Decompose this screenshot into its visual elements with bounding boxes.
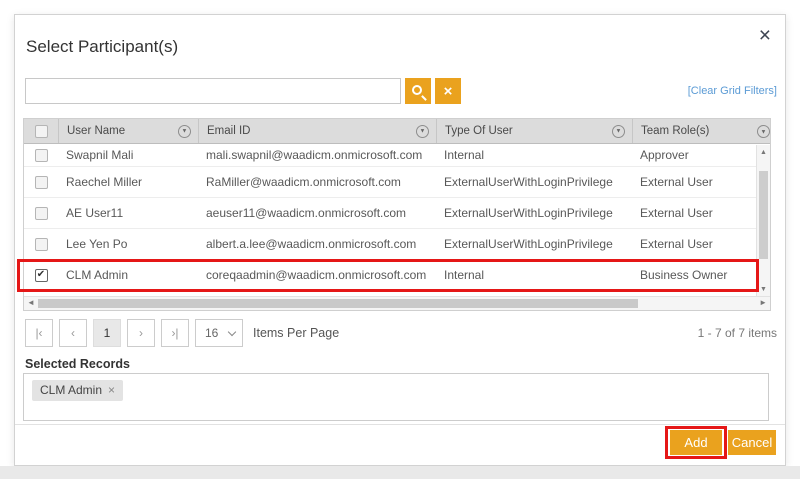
cell-type-of-user: ExternalUserWithLoginPrivilege [436, 175, 632, 189]
table-row-selected[interactable]: ✔ CLM Admin coreqaadmin@waadicm.onmicros… [24, 260, 756, 291]
scroll-up-icon[interactable]: ▲ [757, 149, 770, 156]
column-header-user-name[interactable]: User Name ▼ [58, 119, 198, 143]
page-background-strip [0, 466, 800, 479]
current-page-button[interactable]: 1 [93, 319, 121, 347]
cell-email-id: RaMiller@waadicm.onmicrosoft.com [198, 175, 436, 189]
pagination: |‹ ‹ 1 › ›| 16 Items Per Page [25, 319, 339, 347]
table-row[interactable]: AE User11 aeuser11@waadicm.onmicrosoft.c… [24, 198, 756, 229]
horizontal-scrollbar[interactable]: ◄ ► [24, 296, 770, 310]
cell-user-name: Swapnil Mali [58, 148, 198, 162]
scroll-left-icon[interactable]: ◄ [27, 298, 35, 307]
scrollbar-thumb[interactable] [759, 171, 768, 259]
cell-team-roles: Business Owner [632, 268, 756, 282]
scroll-down-icon[interactable]: ▼ [757, 286, 770, 293]
column-header-type-of-user[interactable]: Type Of User ▼ [436, 119, 632, 143]
cell-type-of-user: Internal [436, 148, 632, 162]
search-input[interactable] [25, 78, 401, 104]
select-all-header-cell [24, 119, 58, 143]
grid-body: Swapnil Mali mali.swapnil@waadicm.onmicr… [24, 144, 756, 296]
items-range-label: 1 - 7 of 7 items [698, 326, 777, 340]
filter-icon[interactable]: ▼ [757, 125, 770, 138]
scrollbar-thumb[interactable] [38, 299, 638, 308]
selected-records-label: Selected Records [25, 357, 130, 371]
participants-grid: User Name ▼ Email ID ▼ Type Of User ▼ Te… [23, 118, 771, 311]
last-page-button[interactable]: ›| [161, 319, 189, 347]
next-page-button[interactable]: › [127, 319, 155, 347]
chevron-down-icon [228, 328, 236, 336]
search-button[interactable] [405, 78, 431, 104]
selected-records-container: CLM Admin × [23, 373, 769, 421]
cell-email-id: albert.a.lee@waadicm.onmicrosoft.com [198, 237, 436, 251]
cell-team-roles: External User [632, 206, 756, 220]
prev-page-button[interactable]: ‹ [59, 319, 87, 347]
items-per-page-label: Items Per Page [253, 326, 339, 340]
page-title: Select Participant(s) [26, 37, 178, 57]
cell-email-id: aeuser11@waadicm.onmicrosoft.com [198, 206, 436, 220]
filter-icon[interactable]: ▼ [612, 125, 625, 138]
search-icon [412, 85, 422, 95]
first-page-button[interactable]: |‹ [25, 319, 53, 347]
footer-divider [15, 424, 785, 425]
cell-user-name: CLM Admin [58, 268, 198, 282]
cell-user-name: Raechel Miller [58, 175, 198, 189]
cell-type-of-user: Internal [436, 268, 632, 282]
column-header-team-roles[interactable]: Team Role(s) [632, 119, 770, 143]
cell-type-of-user: ExternalUserWithLoginPrivilege [436, 237, 632, 251]
cell-team-roles: Approver [632, 148, 756, 162]
row-checkbox[interactable] [35, 207, 48, 220]
add-button[interactable]: Add [670, 430, 722, 455]
cell-type-of-user: ExternalUserWithLoginPrivilege [436, 206, 632, 220]
row-checkbox[interactable]: ✔ [35, 269, 48, 282]
vertical-scrollbar[interactable]: ▲ ▼ [756, 145, 770, 297]
row-checkbox[interactable] [35, 149, 48, 162]
cell-user-name: AE User11 [58, 206, 198, 220]
grid-header: User Name ▼ Email ID ▼ Type Of User ▼ Te… [24, 119, 770, 144]
filter-icon[interactable]: ▼ [416, 125, 429, 138]
page-size-select[interactable]: 16 [195, 319, 243, 347]
filter-icon[interactable]: ▼ [178, 125, 191, 138]
clear-grid-filters-link[interactable]: [Clear Grid Filters] [688, 85, 777, 97]
row-checkbox[interactable] [35, 176, 48, 189]
cancel-button[interactable]: Cancel [728, 430, 776, 455]
checkmark-icon: ✔ [37, 270, 45, 280]
close-icon[interactable]: × [755, 21, 775, 50]
select-all-checkbox[interactable] [35, 125, 48, 138]
scroll-right-icon[interactable]: ► [759, 298, 767, 307]
cell-email-id: coreqaadmin@waadicm.onmicrosoft.com [198, 268, 436, 282]
selected-record-chip: CLM Admin × [32, 380, 123, 401]
close-icon: × [444, 84, 453, 99]
select-participants-dialog: Select Participant(s) × × [Clear Grid Fi… [14, 14, 786, 466]
table-row[interactable]: Raechel Miller RaMiller@waadicm.onmicros… [24, 167, 756, 198]
clear-search-button[interactable]: × [435, 78, 461, 104]
cell-email-id: mali.swapnil@waadicm.onmicrosoft.com [198, 148, 436, 162]
row-checkbox[interactable] [35, 238, 48, 251]
chip-remove-icon[interactable]: × [108, 384, 115, 396]
column-header-email-id[interactable]: Email ID ▼ [198, 119, 436, 143]
table-row[interactable]: Swapnil Mali mali.swapnil@waadicm.onmicr… [24, 144, 756, 167]
table-row[interactable]: Lee Yen Po albert.a.lee@waadicm.onmicros… [24, 229, 756, 260]
cell-user-name: Lee Yen Po [58, 237, 198, 251]
cell-team-roles: External User [632, 237, 756, 251]
cell-team-roles: External User [632, 175, 756, 189]
